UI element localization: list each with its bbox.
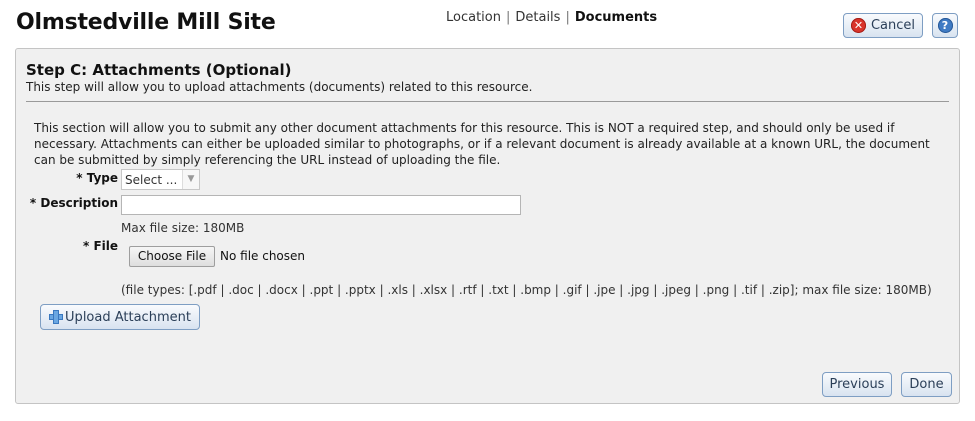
done-button[interactable]: Done xyxy=(901,372,952,397)
type-label: * Type xyxy=(76,171,118,185)
previous-button[interactable]: Previous xyxy=(822,372,892,397)
step-link-details[interactable]: Details xyxy=(515,10,560,25)
previous-button-label: Previous xyxy=(829,377,885,392)
plus-icon xyxy=(49,310,64,324)
description-input[interactable] xyxy=(121,195,521,215)
file-types-note: (file types: [.pdf | .doc | .docx | .ppt… xyxy=(121,283,932,297)
upload-attachment-button[interactable]: Upload Attachment xyxy=(40,304,200,330)
choose-file-button[interactable]: Choose File xyxy=(129,246,215,267)
file-label: * File xyxy=(82,239,118,253)
cancel-x-icon: ✕ xyxy=(850,18,866,33)
step-current-documents: Documents xyxy=(574,10,658,25)
page-title: Olmstedville Mill Site xyxy=(16,10,276,35)
done-button-label: Done xyxy=(909,377,944,392)
step-navigation: Location | Details | Documents xyxy=(446,10,657,25)
type-select-value: Select ... xyxy=(125,173,178,187)
cancel-button-label: Cancel xyxy=(870,18,916,33)
intro-text: This section will allow you to submit an… xyxy=(34,121,930,167)
type-select[interactable]: Select ... ▼ xyxy=(121,169,200,190)
attachments-panel: Step C: Attachments (Optional) This step… xyxy=(15,48,960,404)
no-file-chosen-text: No file chosen xyxy=(220,249,306,263)
help-button[interactable]: ? xyxy=(932,13,958,38)
cancel-button[interactable]: ✕ Cancel xyxy=(843,13,923,38)
help-question-icon: ? xyxy=(937,18,953,33)
step-separator: | xyxy=(505,10,511,25)
divider xyxy=(26,101,949,102)
upload-attachment-label: Upload Attachment xyxy=(65,309,191,325)
step-subheading: This step will allow you to upload attac… xyxy=(26,80,533,94)
step-heading: Step C: Attachments (Optional) xyxy=(26,61,292,79)
chevron-down-icon: ▼ xyxy=(182,170,199,189)
step-link-location[interactable]: Location xyxy=(446,10,501,25)
max-file-size-note: Max file size: 180MB xyxy=(121,221,245,235)
description-label: * Description xyxy=(29,196,118,210)
step-separator: | xyxy=(565,10,570,25)
